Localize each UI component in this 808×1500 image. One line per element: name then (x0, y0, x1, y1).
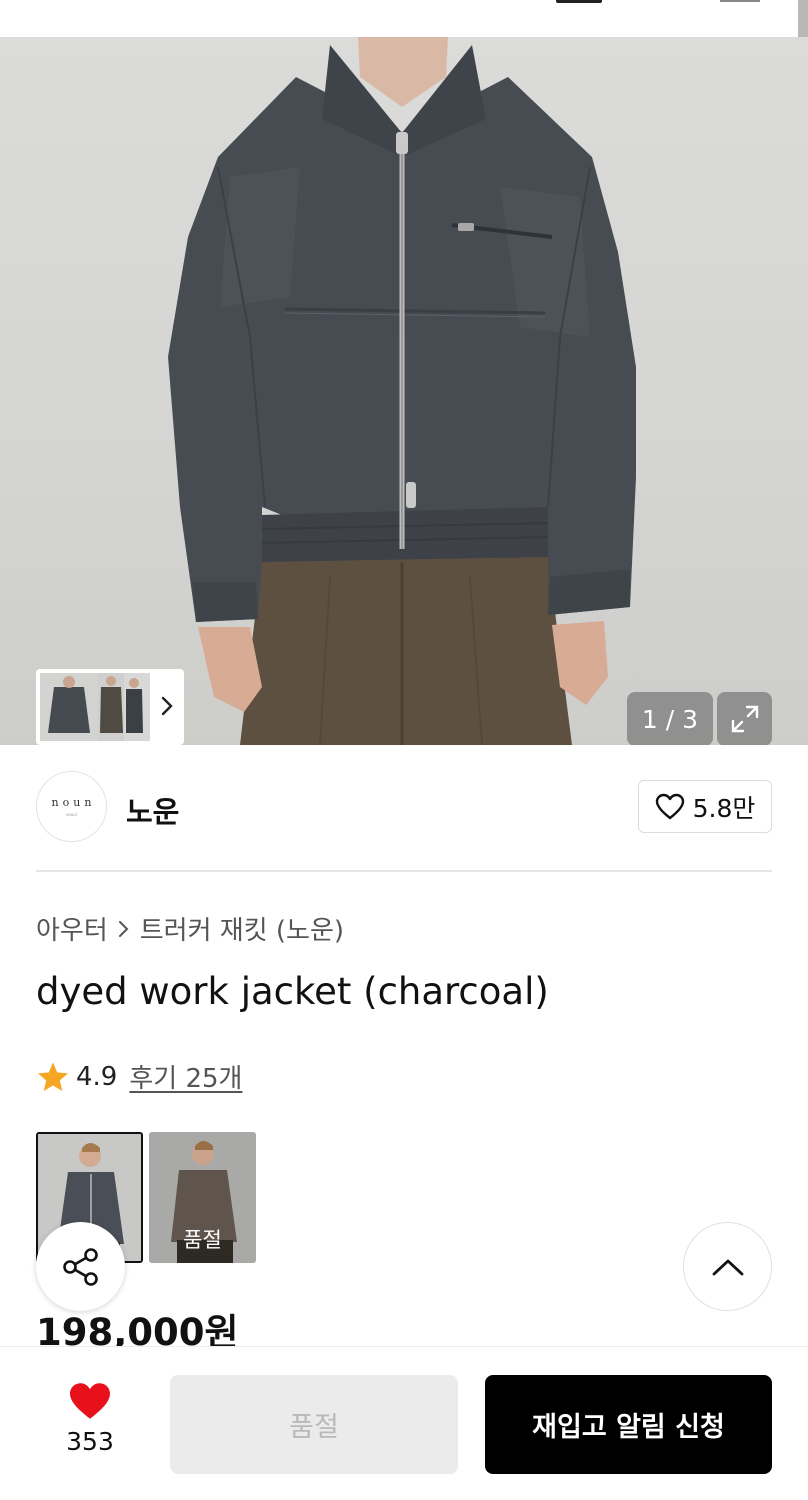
wish-button[interactable]: 353 (50, 1381, 130, 1456)
brand-like-button[interactable]: 5.8만 (638, 780, 772, 833)
star-icon (37, 1061, 69, 1091)
share-icon (62, 1247, 98, 1286)
chevron-up-icon (712, 1259, 743, 1275)
expand-icon (731, 705, 758, 733)
chevron-right-icon[interactable] (160, 695, 174, 717)
reviews-link[interactable]: 후기 25개 (129, 1058, 242, 1095)
brand-logo-text: noun (51, 796, 96, 809)
gallery-counter: 1 / 3 (627, 692, 713, 745)
share-button[interactable] (36, 1222, 125, 1311)
breadcrumb-category[interactable]: 아우터 (36, 910, 108, 947)
brand-logo-subtext: seoul (66, 812, 77, 817)
heart-filled-icon (70, 1383, 110, 1419)
expand-button[interactable] (717, 692, 772, 745)
top-bar (0, 0, 808, 46)
product-photo (168, 37, 636, 745)
product-title: dyed work jacket (charcoal) (36, 970, 549, 1013)
scroll-top-button[interactable] (683, 1222, 772, 1311)
brand-row: noun seoul 노운 5.8만 (36, 771, 772, 843)
gallery-thumbnail-strip[interactable] (36, 669, 184, 745)
brand-like-count: 5.8만 (692, 793, 756, 823)
product-image-gallery[interactable]: 1 / 3 (0, 37, 808, 745)
brand-name[interactable]: 노운 (126, 789, 179, 831)
breadcrumb-subcategory[interactable]: 트러커 재킷 (노운) (140, 910, 344, 947)
color-option-brown[interactable]: 품절 (149, 1132, 256, 1263)
soldout-button: 품절 (170, 1375, 458, 1474)
heart-outline-icon (655, 793, 684, 819)
chevron-right-icon (118, 920, 129, 937)
rating-value: 4.9 (76, 1061, 118, 1092)
wish-count: 353 (66, 1427, 114, 1456)
soldout-label: 품절 (183, 1228, 222, 1252)
top-bar-mark (720, 0, 760, 2)
brand-logo[interactable]: noun seoul (36, 771, 107, 842)
divider (36, 870, 772, 872)
product-rating: 4.9 후기 25개 (36, 1058, 242, 1095)
bottom-action-bar: 353 품절 재입고 알림 신청 (0, 1346, 808, 1500)
restock-alert-button[interactable]: 재입고 알림 신청 (485, 1375, 772, 1474)
breadcrumb: 아우터 트러커 재킷 (노운) (36, 910, 344, 947)
top-bar-mark (556, 0, 602, 3)
gallery-thumbnails[interactable] (40, 673, 150, 741)
